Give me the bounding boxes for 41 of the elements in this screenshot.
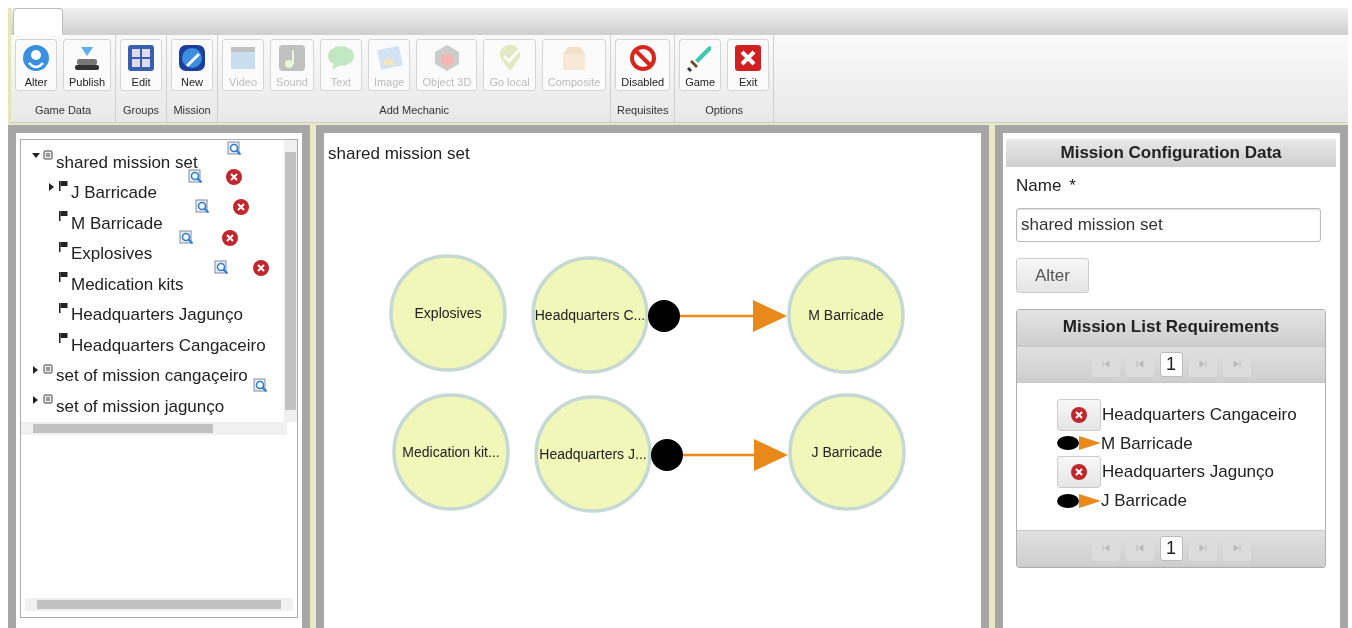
group-label: Requisites <box>616 102 670 118</box>
required-mark: * <box>1069 175 1076 195</box>
page-number[interactable]: 1 <box>1159 351 1183 377</box>
diagram-title: shared mission set <box>328 143 470 165</box>
requirement-label: Headquarters Jagunço <box>1102 461 1274 484</box>
group-label: Game Data <box>33 102 93 118</box>
alter-button[interactable]: Alter <box>1016 257 1089 293</box>
toolbar-button[interactable]: Disabled <box>615 39 671 91</box>
tree-item-label[interactable]: Explosives <box>71 245 153 266</box>
group-label: Add Mechanic <box>378 102 451 118</box>
toolbar-button[interactable]: Exit <box>727 39 770 91</box>
tree-item-label[interactable]: Medication kits <box>71 275 184 297</box>
tree-item-label[interactable]: Headquarters Cangaceiro <box>71 336 266 358</box>
tree-item-label[interactable]: J Barricade <box>71 184 157 205</box>
node-label: J Barricade <box>811 444 883 460</box>
node-label: Headquarters J... <box>539 446 647 462</box>
toolbar-button[interactable]: Game <box>679 39 722 91</box>
group-label: Options <box>704 102 745 118</box>
toolbar-button[interactable]: New <box>171 39 214 91</box>
toolbar-button[interactable]: Edit <box>120 39 163 91</box>
node-label: M Barricade <box>808 307 884 323</box>
target-label: M Barricade <box>1101 432 1193 455</box>
tree-item-label[interactable]: set of mission cangaçeiro <box>56 367 248 388</box>
name-field[interactable]: shared mission set <box>1016 208 1321 242</box>
toolbar-button[interactable]: Publish <box>63 39 112 91</box>
toolbar-button[interactable]: Alter <box>15 39 57 91</box>
panel-header: Mission Configuration Data <box>1006 139 1336 167</box>
node-label: Explosives <box>414 305 482 321</box>
node-label: Headquarters C... <box>534 307 646 323</box>
panel-header: Mission List Requirements <box>1017 310 1325 346</box>
tree-item-label[interactable]: M Barricade <box>71 214 163 236</box>
field-label: Name <box>1016 175 1062 195</box>
group-label: Groups <box>122 102 161 118</box>
node-label: Medication kit... <box>402 444 500 460</box>
requirement-label: Headquarters Cangaceiro <box>1102 403 1297 426</box>
target-label: J Barricade <box>1101 490 1187 512</box>
tree-item-label[interactable]: Headquarters Jagunço <box>71 306 243 327</box>
group-label: Mission <box>172 102 212 118</box>
page-number[interactable]: 1 <box>1159 535 1183 561</box>
tree-item-label[interactable]: shared mission set <box>56 153 198 175</box>
tree-item-label[interactable]: set of mission jagunço <box>56 397 225 419</box>
